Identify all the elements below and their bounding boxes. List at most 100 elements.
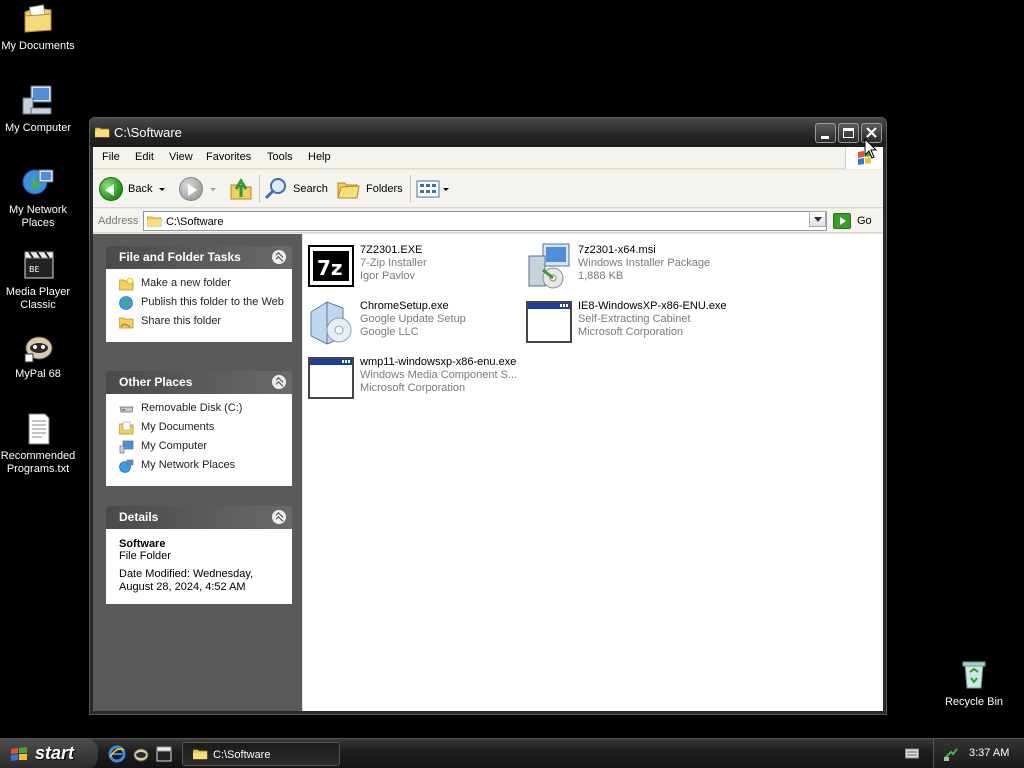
file-item-ie8-windowsxp-exe[interactable]: IE8-WindowsXP-x86-ENU.exe Self-Extractin… xyxy=(525,298,737,348)
file-name: 7z2301-x64.msi xyxy=(578,244,656,256)
collapse-chevron-icon[interactable] xyxy=(272,510,286,524)
internet-explorer-icon[interactable] xyxy=(108,745,126,763)
panel-body: Software File Folder Date Modified: Wedn… xyxy=(106,529,292,604)
panel-title: Details xyxy=(119,510,159,524)
place-my-network-places[interactable]: My Network Places xyxy=(119,459,284,473)
other-places-panel: Other Places Removable Disk (C:) My Docu… xyxy=(106,371,292,486)
address-input[interactable]: C:\Software xyxy=(143,211,827,231)
file-description: 7-Zip Installer xyxy=(360,257,427,269)
maximize-button[interactable] xyxy=(838,123,859,143)
file-list: 7z 7Z2301.EXE 7-Zip Installer Igor Pavlo… xyxy=(303,234,883,711)
mouse-pointer-icon xyxy=(864,138,878,159)
my-computer-icon xyxy=(21,84,55,118)
msi-installer-icon xyxy=(525,242,573,290)
desktop-icon-recycle-bin[interactable]: Recycle Bin xyxy=(934,658,1014,709)
task-share-folder[interactable]: Share this folder xyxy=(118,315,284,329)
file-item-chromesetup-exe[interactable]: ChromeSetup.exe Google Update Setup Goog… xyxy=(307,298,519,348)
menu-help[interactable]: Help xyxy=(308,151,331,163)
forward-button[interactable] xyxy=(179,170,216,208)
address-label: Address xyxy=(98,215,139,227)
file-description: Windows Installer Package xyxy=(578,257,711,269)
start-label: start xyxy=(35,743,75,763)
desktop-icon-media-player-classic[interactable]: BE Media Player Classic xyxy=(0,248,78,312)
minimize-button[interactable] xyxy=(815,123,836,143)
task-label: Share this folder xyxy=(141,315,222,327)
menu-tools[interactable]: Tools xyxy=(267,151,293,163)
setup-exe-icon xyxy=(307,298,355,346)
menu-view[interactable]: View xyxy=(169,151,193,163)
back-button[interactable]: Back xyxy=(99,170,166,208)
media-player-classic-icon: BE xyxy=(21,248,55,282)
windows-flag-icon xyxy=(11,747,27,761)
my-computer-icon xyxy=(119,440,134,454)
desktop-icon-label: Recycle Bin xyxy=(944,696,1004,708)
taskbar-window-button[interactable]: C:\Software xyxy=(182,742,340,766)
place-label: Removable Disk (C:) xyxy=(141,402,243,414)
desktop-icon-my-documents[interactable]: My Documents xyxy=(0,2,78,53)
details-panel: Details Software File Folder Date Modifi… xyxy=(106,506,292,604)
folders-button[interactable]: Folders xyxy=(337,170,403,208)
place-label: My Network Places xyxy=(141,459,236,471)
menu-favorites[interactable]: Favorites xyxy=(206,151,251,163)
file-meta: Microsoft Corporation xyxy=(578,326,684,338)
panel-header[interactable]: Other Places xyxy=(106,371,292,394)
place-my-computer[interactable]: My Computer xyxy=(119,440,284,454)
desktop-icon-label: Recommended Programs.txt xyxy=(0,450,76,475)
desktop-icon-label: My Documents xyxy=(1,40,75,52)
views-icon xyxy=(416,180,440,198)
recycle-bin-icon xyxy=(957,658,991,692)
task-publish-folder[interactable]: Publish this folder to the Web xyxy=(119,296,284,310)
safely-remove-hardware-icon[interactable] xyxy=(943,746,959,762)
place-my-documents[interactable]: My Documents xyxy=(118,421,284,435)
app-window-icon xyxy=(307,354,355,402)
globe-icon xyxy=(119,296,134,310)
file-name: ChromeSetup.exe xyxy=(360,300,449,312)
desktop-icon-recommended-programs[interactable]: Recommended Programs.txt xyxy=(0,412,78,476)
task-make-new-folder[interactable]: Make a new folder xyxy=(118,277,284,291)
title-bar[interactable]: C:\Software xyxy=(90,118,886,147)
start-button[interactable]: start xyxy=(0,739,98,768)
window-body: File Edit View Favorites Tools Help Back xyxy=(93,147,883,711)
address-value: C:\Software xyxy=(166,216,224,228)
svg-text:7z: 7z xyxy=(317,256,343,280)
address-dropdown-button[interactable] xyxy=(809,211,826,227)
panel-header[interactable]: Details xyxy=(106,506,292,529)
views-button[interactable] xyxy=(416,170,449,208)
folder-icon xyxy=(146,215,162,227)
place-label: My Documents xyxy=(141,421,215,433)
keyboard-icon[interactable] xyxy=(905,748,919,759)
collapse-chevron-icon[interactable] xyxy=(272,250,286,264)
back-dropdown-icon[interactable] xyxy=(159,187,166,191)
menu-bar: File Edit View Favorites Tools Help xyxy=(93,147,883,169)
file-item-7z2301-exe[interactable]: 7z 7Z2301.EXE 7-Zip Installer Igor Pavlo… xyxy=(307,242,519,292)
file-meta: Google LLC xyxy=(360,326,419,338)
collapse-chevron-icon[interactable] xyxy=(272,375,286,389)
standard-toolbar: Back Search Folders xyxy=(93,170,883,208)
panel-header[interactable]: File and Folder Tasks xyxy=(106,246,292,269)
mypal-icon[interactable] xyxy=(132,745,150,763)
file-meta: Igor Pavlov xyxy=(360,270,416,282)
clock[interactable]: 3:37 AM xyxy=(969,747,1009,759)
place-removable-disk[interactable]: Removable Disk (C:) xyxy=(119,402,284,416)
go-button[interactable]: Go xyxy=(833,212,872,230)
search-button[interactable]: Search xyxy=(264,170,328,208)
menu-edit[interactable]: Edit xyxy=(135,151,154,163)
file-description: Windows Media Component S... xyxy=(360,369,518,381)
file-item-7z2301-x64-msi[interactable]: 7z2301-x64.msi Windows Installer Package… xyxy=(525,242,737,292)
desktop-icon-label: Media Player Classic xyxy=(5,286,71,311)
minimize-icon xyxy=(821,136,829,139)
file-item-wmp11-exe[interactable]: wmp11-windowsxp-x86-enu.exe Windows Medi… xyxy=(307,354,519,404)
menu-file[interactable]: File xyxy=(102,151,120,163)
taskbar: start C:\Software 3:37 AM xyxy=(0,738,1024,768)
up-folder-button[interactable] xyxy=(229,170,253,208)
desktop-icon-network-places[interactable]: My Network Places xyxy=(0,166,78,230)
desktop-icon-my-computer[interactable]: My Computer xyxy=(0,84,78,135)
back-label: Back xyxy=(128,183,153,195)
media-player-classic-icon[interactable] xyxy=(155,745,173,763)
desktop-icon-label: MyPal 68 xyxy=(15,368,61,380)
my-documents-icon xyxy=(118,421,134,435)
desktop-icon-mypal[interactable]: MyPal 68 xyxy=(0,330,78,381)
file-folder-tasks-panel: File and Folder Tasks Make a new folder … xyxy=(106,246,292,342)
search-icon xyxy=(264,178,286,200)
forward-dropdown-icon[interactable] xyxy=(210,187,216,191)
